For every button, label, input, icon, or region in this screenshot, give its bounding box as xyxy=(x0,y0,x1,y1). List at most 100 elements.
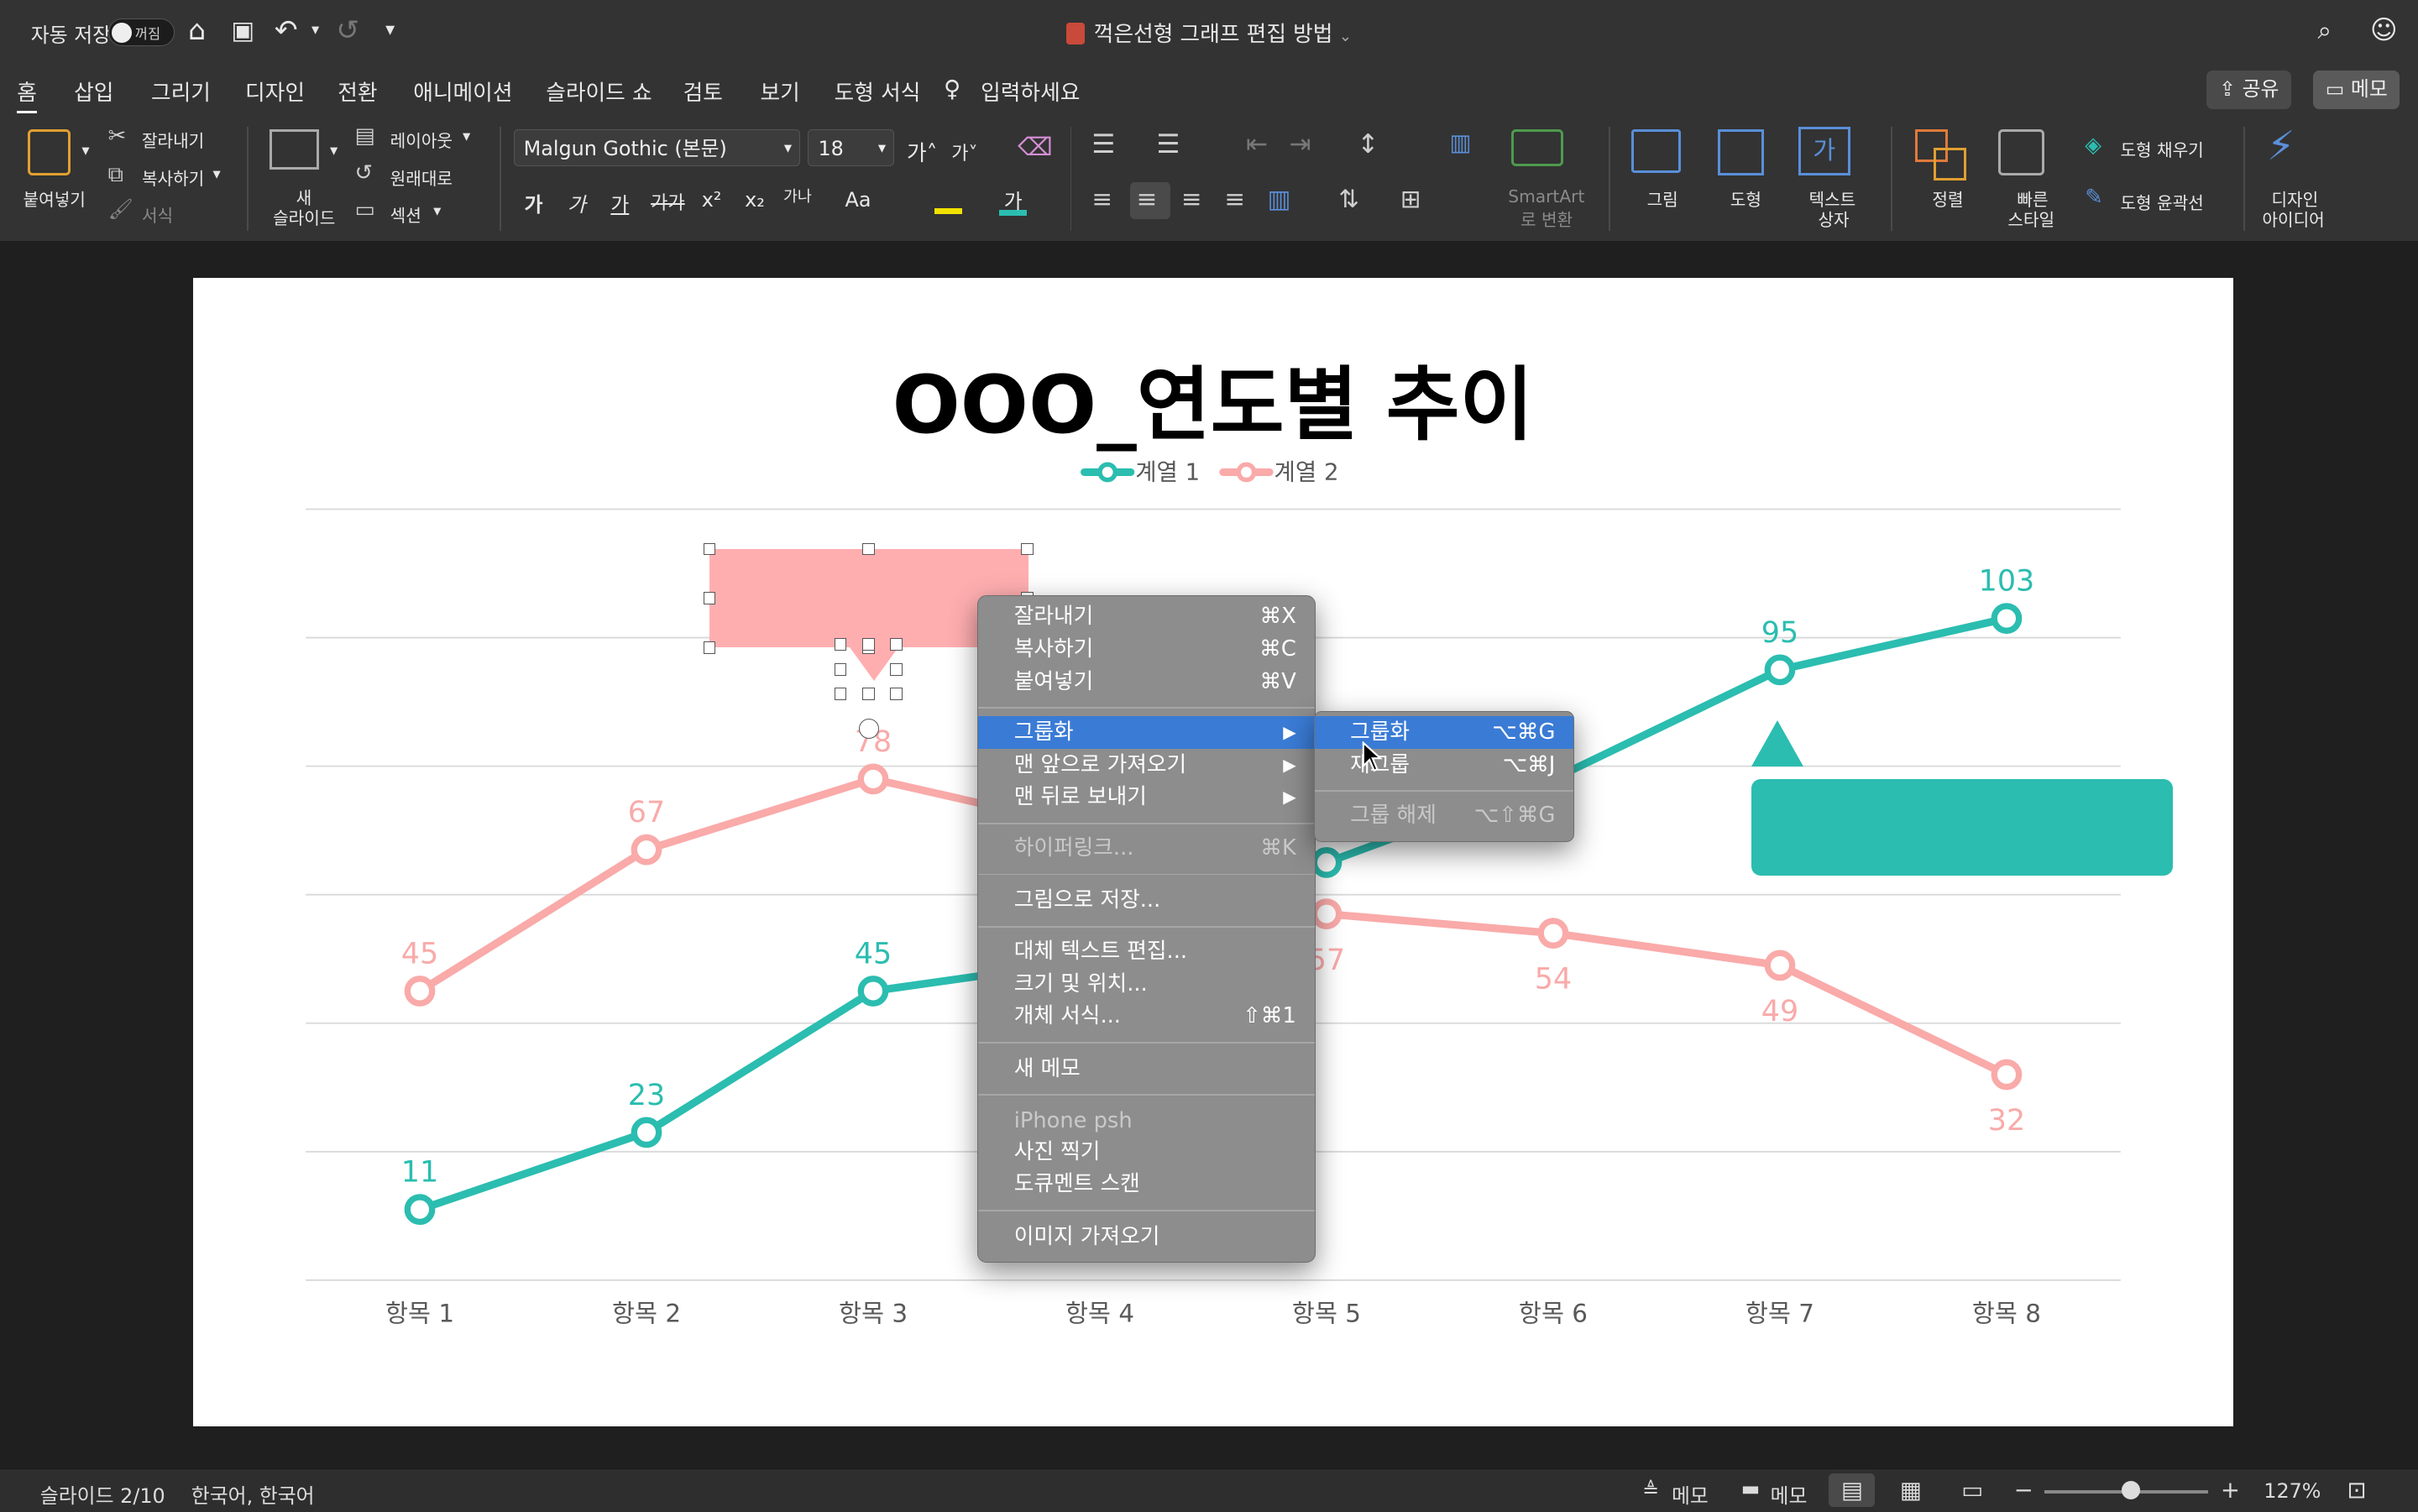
decrease-font-icon[interactable]: 가˅ xyxy=(951,139,977,165)
increase-font-icon[interactable]: 가˄ xyxy=(907,136,938,167)
tab-animations[interactable]: 애니메이션 xyxy=(413,76,512,107)
submenu-item-ungroup[interactable]: 그룹 해제 ⌥⇧⌘G xyxy=(1315,799,1574,832)
menu-item-size-position[interactable]: 크기 및 위치... xyxy=(978,968,1314,1001)
comments-status-icon[interactable]: ▬ xyxy=(1741,1477,1761,1500)
tab-draw[interactable]: 그리기 xyxy=(151,76,211,107)
section-icon[interactable]: ▭ xyxy=(354,197,374,222)
comments-button[interactable]: ▭ 메모 xyxy=(2313,71,2400,110)
font-name-select[interactable]: Malgun Gothic (본문) ▾ xyxy=(513,129,801,167)
paste-label[interactable]: 붙여넣기 xyxy=(24,186,86,211)
paste-dropdown-icon[interactable]: ▾ xyxy=(81,142,89,160)
comments-status-button[interactable]: 메모 xyxy=(1771,1479,1808,1509)
section-dropdown-icon[interactable]: ▾ xyxy=(433,202,441,220)
menu-item-paste[interactable]: 붙여넣기 ⌘V xyxy=(978,666,1314,698)
selection-handle[interactable] xyxy=(861,688,875,700)
shape-fill-label[interactable]: 도형 채우기 xyxy=(2120,137,2203,161)
menu-item-save-as-picture[interactable]: 그림으로 저장... xyxy=(978,884,1314,917)
clear-format-icon[interactable]: ⌫ xyxy=(1018,133,1053,161)
underline-button[interactable]: 가 xyxy=(610,188,629,217)
menu-item-import-image[interactable]: 이미지 가져오기 xyxy=(978,1221,1314,1253)
smartart-icon[interactable] xyxy=(1510,129,1564,167)
menu-item-edit-alt-text[interactable]: 대체 텍스트 편집... xyxy=(978,935,1314,968)
bold-button[interactable]: 가 xyxy=(524,188,542,217)
copy-icon[interactable]: ⧉ xyxy=(108,162,123,188)
zoom-out-icon[interactable]: − xyxy=(2014,1477,2033,1504)
copy-label[interactable]: 복사하기 xyxy=(142,165,204,190)
line-spacing-icon[interactable]: ↕ xyxy=(1357,129,1379,160)
scissors-icon[interactable]: ✂ xyxy=(108,123,127,149)
teal-callout-box[interactable] xyxy=(1751,778,2173,876)
selection-handle[interactable] xyxy=(703,542,716,556)
menu-item-new-comment[interactable]: 새 메모 xyxy=(978,1053,1314,1086)
new-slide-label-2[interactable]: 슬라이드 xyxy=(273,205,335,229)
distributed-icon[interactable]: ▥ xyxy=(1268,185,1291,213)
section-label[interactable]: 섹션 xyxy=(390,202,421,227)
zoom-in-icon[interactable]: + xyxy=(2221,1477,2240,1504)
align-text-icon[interactable]: ⊞ xyxy=(1400,185,1421,213)
tab-transitions[interactable]: 전환 xyxy=(338,76,377,107)
font-size-select[interactable]: 18 ▾ xyxy=(808,129,895,167)
textbox-label-2[interactable]: 상자 xyxy=(1818,207,1849,231)
justify-icon[interactable]: ≡ xyxy=(1224,185,1245,213)
selection-handle[interactable] xyxy=(889,638,903,651)
text-direction-icon[interactable]: ⇅ xyxy=(1338,185,1359,213)
align-right-icon[interactable]: ≡ xyxy=(1181,185,1202,213)
design-ideas-icon[interactable]: ⚡ xyxy=(2267,123,2295,170)
arrange-label[interactable]: 정렬 xyxy=(1932,186,1963,211)
tab-home[interactable]: 홈 xyxy=(17,76,37,114)
strikethrough-button[interactable]: 가가 xyxy=(651,188,685,215)
tab-shape-format[interactable]: 도형 서식 xyxy=(835,76,921,107)
slideshow-view-icon[interactable]: ▭ xyxy=(1961,1477,1983,1504)
share-button[interactable]: ⇪ 공유 xyxy=(2206,71,2292,110)
character-spacing-button[interactable]: 가나 xyxy=(783,185,812,207)
font-color-icon[interactable]: 가 xyxy=(999,185,1028,217)
teal-callout-pointer[interactable] xyxy=(1751,719,1804,766)
increase-indent-icon[interactable]: ⇥ xyxy=(1289,129,1311,160)
shapes-icon[interactable] xyxy=(1718,129,1765,176)
selection-handle[interactable] xyxy=(889,662,903,676)
layout-icon[interactable]: ▤ xyxy=(354,123,374,149)
menu-item-group[interactable]: 그룹화 ▶ xyxy=(978,716,1315,749)
design-ideas-label-2[interactable]: 아이디어 xyxy=(2262,207,2324,231)
menu-item-scan-document[interactable]: 도큐멘트 스캔 xyxy=(978,1168,1314,1201)
cut-label[interactable]: 잘라내기 xyxy=(142,128,204,152)
new-slide-dropdown-icon[interactable]: ▾ xyxy=(330,142,338,160)
menu-item-send-to-back[interactable]: 맨 뒤로 보내기 ▶ xyxy=(978,781,1314,814)
columns-icon[interactable]: ▥ xyxy=(1449,129,1471,156)
tab-review[interactable]: 검토 xyxy=(683,76,723,107)
new-slide-icon[interactable] xyxy=(270,129,320,170)
menu-item-copy[interactable]: 복사하기 ⌘C xyxy=(978,633,1314,666)
shape-outline-label[interactable]: 도형 윤곽선 xyxy=(2120,190,2203,214)
feedback-smiley-icon[interactable]: ☺ xyxy=(2370,15,2398,46)
notes-button[interactable]: 메모 xyxy=(1672,1479,1709,1509)
reset-icon[interactable]: ↺ xyxy=(354,160,373,186)
paste-icon[interactable] xyxy=(28,129,71,176)
selection-handle[interactable] xyxy=(1020,542,1034,556)
arrange-icon[interactable] xyxy=(1915,129,1967,181)
picture-label[interactable]: 그림 xyxy=(1647,186,1678,211)
format-painter-icon[interactable]: 🖌 xyxy=(108,197,133,221)
subscript-button[interactable]: x₂ xyxy=(745,188,765,212)
search-icon[interactable]: ⌕ xyxy=(2318,15,2332,46)
selection-handle[interactable] xyxy=(834,688,847,700)
quick-styles-icon[interactable] xyxy=(1998,129,2045,176)
copy-dropdown-icon[interactable]: ▾ xyxy=(212,165,220,183)
smartart-label-1[interactable]: SmartArt xyxy=(1508,186,1584,207)
selection-handle[interactable] xyxy=(834,662,847,676)
layout-label[interactable]: 레이아웃 xyxy=(390,128,453,152)
numbering-icon[interactable]: ☰ xyxy=(1157,129,1180,160)
italic-button[interactable]: 가 xyxy=(568,188,586,217)
align-left-icon[interactable]: ≡ xyxy=(1091,185,1112,213)
align-center-icon[interactable]: ≡ xyxy=(1137,185,1158,213)
highlight-color-icon[interactable] xyxy=(934,190,963,215)
normal-view-icon[interactable]: ▤ xyxy=(1841,1477,1863,1504)
slide-sorter-icon[interactable]: ▦ xyxy=(1900,1477,1922,1504)
zoom-slider-thumb[interactable] xyxy=(2122,1481,2141,1500)
menu-item-format-object[interactable]: 개체 서식... ⇧⌘1 xyxy=(978,1000,1314,1033)
quick-styles-label-2[interactable]: 스타일 xyxy=(2007,207,2054,231)
textbox-icon[interactable]: 가 xyxy=(1798,126,1851,176)
zoom-level[interactable]: 127% xyxy=(2264,1479,2321,1503)
bullets-icon[interactable]: ☰ xyxy=(1091,129,1115,160)
tab-design[interactable]: 디자인 xyxy=(245,76,305,107)
change-case-button[interactable]: Aa xyxy=(845,188,871,212)
